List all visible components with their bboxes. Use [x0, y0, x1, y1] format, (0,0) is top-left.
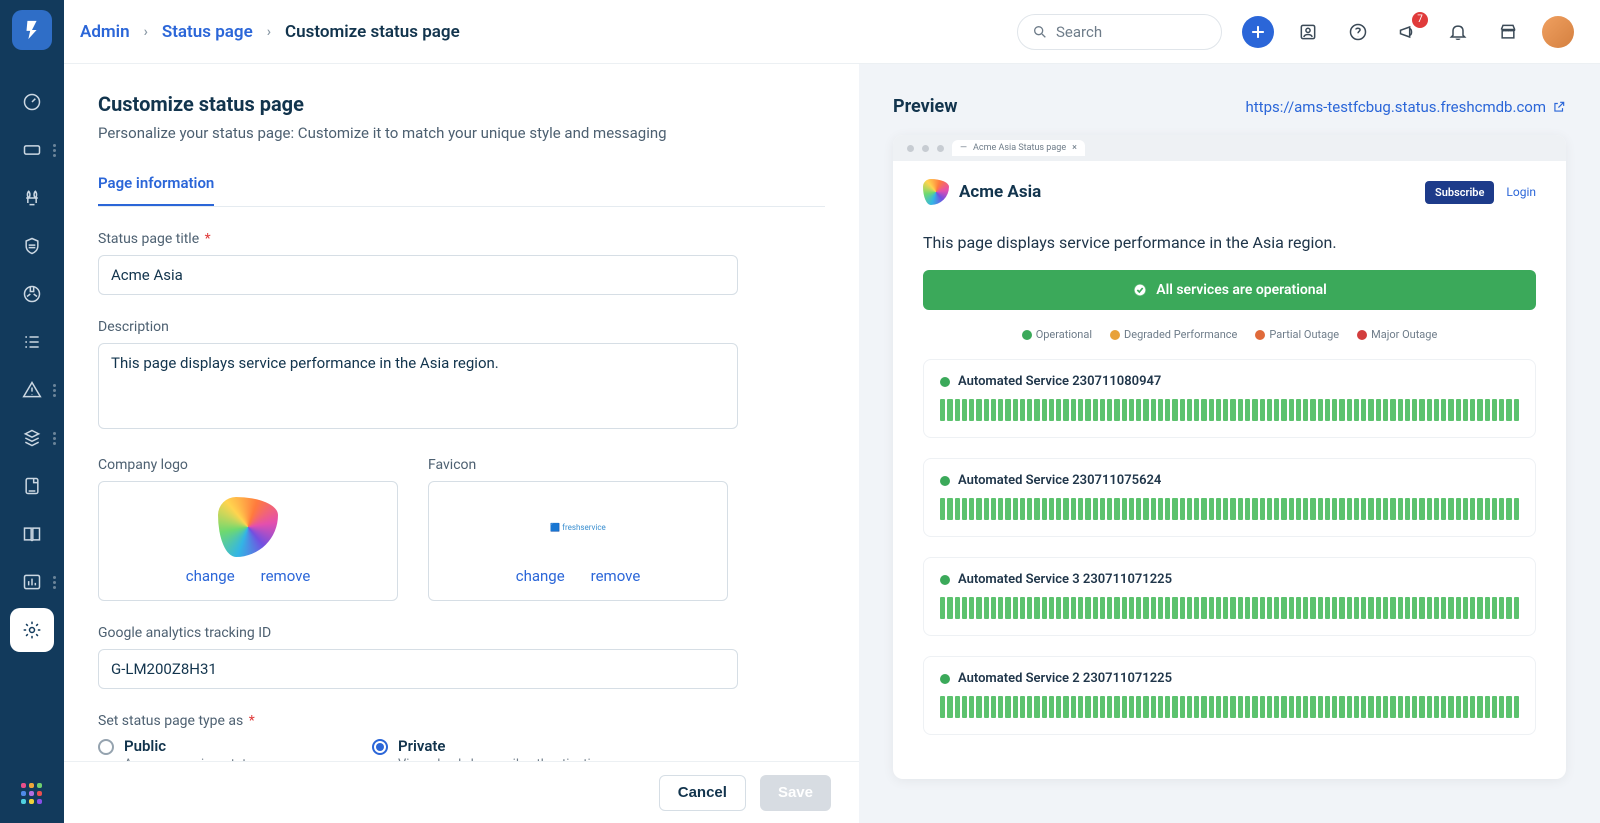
nav-dashboard[interactable] — [10, 80, 54, 124]
favicon-change-link[interactable]: change — [516, 567, 565, 585]
preview-description: This page displays service performance i… — [923, 233, 1536, 252]
preview-frame: —Acme Asia Status page× Acme Asia Subscr… — [893, 135, 1566, 779]
nav-assets[interactable] — [10, 416, 54, 460]
service-title: Automated Service 2 230711071225 — [940, 671, 1519, 686]
uptime-bars — [940, 696, 1519, 718]
logo-remove-link[interactable]: remove — [261, 567, 311, 585]
notification-badge: 7 — [1412, 12, 1428, 28]
sidebar — [0, 0, 64, 823]
logo-change-link[interactable]: change — [186, 567, 235, 585]
search-input[interactable]: Search — [1017, 14, 1222, 50]
status-dot-icon — [940, 575, 950, 585]
preview-subscribe-button[interactable]: Subscribe — [1425, 181, 1494, 204]
status-dot-icon — [940, 476, 950, 486]
status-dot-icon — [940, 377, 950, 387]
external-link-icon — [1552, 100, 1566, 114]
cancel-button[interactable]: Cancel — [659, 775, 746, 811]
tab-page-information[interactable]: Page information — [98, 166, 214, 206]
megaphone-icon[interactable]: 7 — [1392, 16, 1424, 48]
nav-tickets[interactable] — [10, 128, 54, 172]
preview-heading: Preview — [893, 96, 957, 117]
service-card: Automated Service 3 230711071225 — [923, 557, 1536, 636]
uptime-bars — [940, 498, 1519, 520]
form-footer: Cancel Save — [64, 761, 859, 823]
service-title: Automated Service 230711075624 — [940, 473, 1519, 488]
input-description[interactable]: This page displays service performance i… — [98, 343, 738, 429]
nav-tasks[interactable] — [10, 320, 54, 364]
nav-contracts[interactable] — [10, 464, 54, 508]
chevron-right-icon: › — [144, 24, 148, 40]
breadcrumb-status-page[interactable]: Status page — [162, 22, 253, 42]
label-page-type: Set status page type as * — [98, 713, 825, 729]
breadcrumb-admin[interactable]: Admin — [80, 22, 130, 42]
app-logo[interactable] — [12, 10, 52, 50]
preview-login-link[interactable]: Login — [1506, 185, 1536, 199]
breadcrumb-current: Customize status page — [285, 22, 460, 42]
marketplace-icon[interactable] — [1492, 16, 1524, 48]
preview-status-banner: All services are operational — [923, 270, 1536, 310]
preview-url-link[interactable]: https://ams-testfcbug.status.freshcmdb.c… — [1246, 98, 1566, 116]
favicon-remove-link[interactable]: remove — [591, 567, 641, 585]
breadcrumb: Admin › Status page › Customize status p… — [80, 22, 460, 42]
service-card: Automated Service 230711075624 — [923, 458, 1536, 537]
radio-icon — [372, 739, 388, 755]
avatar[interactable] — [1542, 16, 1574, 48]
topbar: Admin › Status page › Customize status p… — [64, 0, 1600, 64]
favicon-preview: 🟦 freshservice — [548, 497, 608, 557]
service-title: Automated Service 3 230711071225 — [940, 572, 1519, 587]
preview-brand: Acme Asia — [923, 179, 1041, 205]
chevron-right-icon: › — [267, 24, 271, 40]
check-circle-icon — [1132, 282, 1148, 298]
preview-panel: Preview https://ams-testfcbug.status.fre… — [859, 64, 1600, 823]
favicon-box: 🟦 freshservice change remove — [428, 481, 728, 601]
nav-solutions[interactable] — [10, 512, 54, 556]
nav-alerts[interactable] — [10, 368, 54, 412]
nav-changes[interactable] — [10, 224, 54, 268]
status-dot-icon — [940, 674, 950, 684]
search-placeholder: Search — [1056, 23, 1102, 41]
page-subtitle: Personalize your status page: Customize … — [98, 124, 825, 142]
label-description: Description — [98, 319, 825, 335]
nav-releases[interactable] — [10, 272, 54, 316]
label-title: Status page title * — [98, 231, 825, 247]
uptime-bars — [940, 597, 1519, 619]
input-ga-tracking-id[interactable] — [98, 649, 738, 689]
radio-private-label: Private — [398, 737, 605, 755]
company-logo-box: change remove — [98, 481, 398, 601]
service-card: Automated Service 230711080947 — [923, 359, 1536, 438]
service-card: Automated Service 2 230711071225 — [923, 656, 1536, 735]
preview-tab: —Acme Asia Status page× — [952, 140, 1085, 156]
preview-legend: Operational Degraded Performance Partial… — [923, 328, 1536, 341]
label-ga: Google analytics tracking ID — [98, 625, 825, 641]
form-panel: Customize status page Personalize your s… — [64, 64, 859, 823]
label-company-logo: Company logo — [98, 457, 398, 473]
input-status-page-title[interactable] — [98, 255, 738, 295]
nav-reports[interactable] — [10, 560, 54, 604]
label-favicon: Favicon — [428, 457, 728, 473]
nav-admin[interactable] — [10, 608, 54, 652]
contacts-icon[interactable] — [1292, 16, 1324, 48]
add-button[interactable] — [1242, 16, 1274, 48]
search-icon — [1032, 24, 1048, 40]
uptime-bars — [940, 399, 1519, 421]
nav-problems[interactable] — [10, 176, 54, 220]
service-title: Automated Service 230711080947 — [940, 374, 1519, 389]
help-icon[interactable] — [1342, 16, 1374, 48]
radio-icon — [98, 739, 114, 755]
bell-icon[interactable] — [1442, 16, 1474, 48]
save-button[interactable]: Save — [760, 775, 831, 811]
company-logo-preview — [218, 497, 278, 557]
app-switcher-icon[interactable] — [21, 783, 43, 805]
radio-public-label: Public — [124, 737, 292, 755]
page-title: Customize status page — [98, 92, 825, 116]
